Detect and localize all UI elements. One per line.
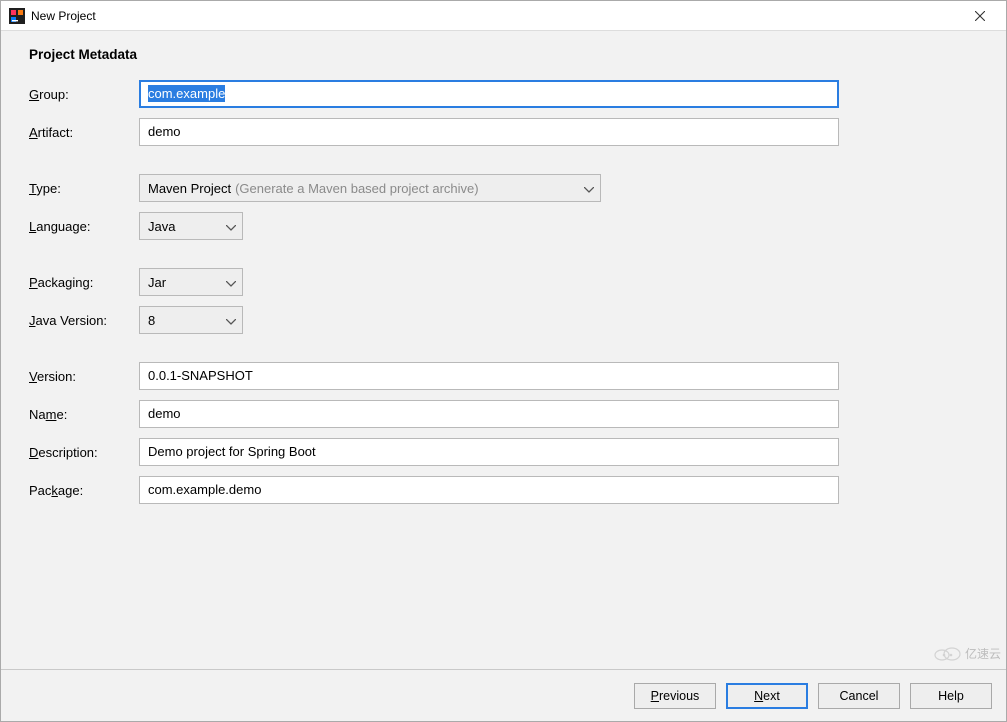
chevron-down-icon bbox=[226, 313, 236, 328]
dialog-footer: Previous Next Cancel Help bbox=[1, 669, 1006, 721]
type-select[interactable]: Maven Project (Generate a Maven based pr… bbox=[139, 174, 601, 202]
java-version-label: Java Version: bbox=[29, 313, 139, 328]
name-label: Name: bbox=[29, 407, 139, 422]
java-version-select[interactable]: 8 bbox=[139, 306, 243, 334]
type-label: Type: bbox=[29, 181, 139, 196]
group-input[interactable]: com.example bbox=[139, 80, 839, 108]
cancel-button[interactable]: Cancel bbox=[818, 683, 900, 709]
artifact-input[interactable]: demo bbox=[139, 118, 839, 146]
chevron-down-icon bbox=[226, 275, 236, 290]
language-select[interactable]: Java bbox=[139, 212, 243, 240]
chevron-down-icon bbox=[584, 181, 594, 196]
version-input[interactable]: 0.0.1-SNAPSHOT bbox=[139, 362, 839, 390]
artifact-label: Artifact: bbox=[29, 125, 139, 140]
packaging-select[interactable]: Jar bbox=[139, 268, 243, 296]
name-input[interactable]: demo bbox=[139, 400, 839, 428]
package-input[interactable]: com.example.demo bbox=[139, 476, 839, 504]
version-label: Version: bbox=[29, 369, 139, 384]
window-title: New Project bbox=[31, 9, 958, 23]
close-icon bbox=[975, 11, 985, 21]
close-button[interactable] bbox=[958, 1, 1002, 31]
language-label: Language: bbox=[29, 219, 139, 234]
help-button[interactable]: Help bbox=[910, 683, 992, 709]
chevron-down-icon bbox=[226, 219, 236, 234]
titlebar: New Project bbox=[1, 1, 1006, 31]
next-button[interactable]: Next bbox=[726, 683, 808, 709]
group-label: Group: bbox=[29, 87, 139, 102]
previous-button[interactable]: Previous bbox=[634, 683, 716, 709]
packaging-label: Packaging: bbox=[29, 275, 139, 290]
description-label: Description: bbox=[29, 445, 139, 460]
description-input[interactable]: Demo project for Spring Boot bbox=[139, 438, 839, 466]
dialog-body: Project Metadata Group: com.example Arti… bbox=[1, 31, 1006, 669]
intellij-icon bbox=[9, 8, 25, 24]
section-heading: Project Metadata bbox=[29, 47, 978, 62]
package-label: Package: bbox=[29, 483, 139, 498]
metadata-form: Group: com.example Artifact: demo Type: … bbox=[29, 80, 978, 504]
new-project-window: New Project Project Metadata Group: com.… bbox=[0, 0, 1007, 722]
